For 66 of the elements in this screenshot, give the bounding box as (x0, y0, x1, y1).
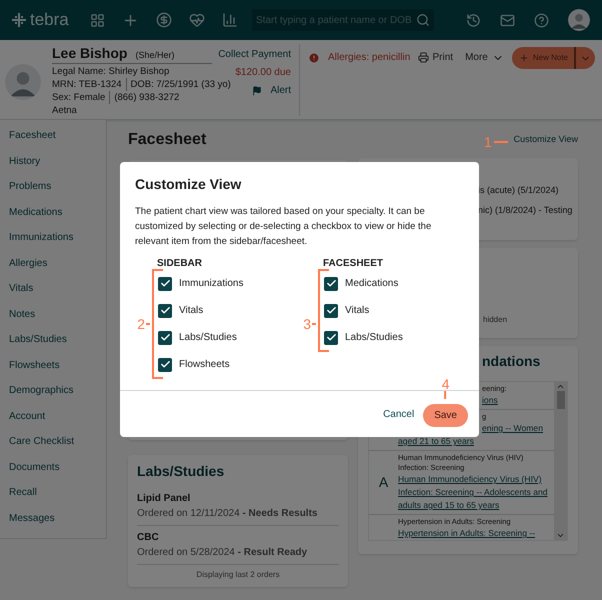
cancel-button[interactable]: Cancel (379, 406, 418, 422)
dialog-description: The patient chart view was tailored based on your specialty. It can be customized by selecting or de-selecting a checkbox to view or hide the relevant item from the sidebar/facesheet. (135, 205, 432, 249)
grade-letter: A (378, 473, 388, 492)
orders-footer: Displaying last 2 orders (137, 569, 339, 581)
allergies: Allergies: penicillin (328, 51, 410, 65)
sidebar-item[interactable]: Recall (0, 480, 106, 506)
group-heading: FACESHEET (322, 257, 384, 269)
recommendation-link[interactable]: ions (482, 394, 498, 407)
new-note-label: New Note (532, 52, 568, 64)
sex: Sex: Female (52, 91, 110, 104)
checkbox-label: Vitals (345, 304, 370, 318)
recommendation-link[interactable]: aged 21 to 65 years (398, 435, 474, 448)
sidebar-item[interactable]: Account (0, 404, 106, 429)
order-detail: Ordered on 5/28/2024 - Result Ready (137, 546, 308, 560)
collect-payment-link[interactable]: Collect Payment (218, 47, 291, 62)
sidebar-item[interactable]: Flowsheets (0, 352, 106, 378)
sidebar-item[interactable]: Facesheet (0, 123, 106, 148)
legal-name: Legal Name: Shirley Bishop (52, 65, 170, 78)
sidebar-item[interactable]: Messages (0, 506, 106, 531)
sidebar-item[interactable]: History (0, 148, 106, 174)
labs-title: Labs/Studies (137, 462, 226, 481)
logo-text: tebra (30, 9, 69, 32)
sidebar-item[interactable]: Immunizations (0, 225, 106, 250)
mrn: MRN: TEB-1324 (52, 78, 127, 91)
checkbox-label: Flowsheets (179, 358, 230, 372)
pronouns: (She/Her) (135, 49, 174, 62)
sidebar-item[interactable]: Notes (0, 302, 106, 327)
patient-name: Lee Bishop (52, 44, 128, 62)
customize-view-link[interactable]: Customize View (514, 133, 578, 147)
sidebar-item[interactable]: Allergies (0, 250, 106, 276)
checkbox-label: Medications (345, 277, 398, 291)
checkbox-label: Vitals (179, 304, 204, 318)
annotation-number: 1 (484, 134, 492, 150)
sidebar-item[interactable]: Medications (0, 200, 106, 225)
checkbox-label: Labs/Studies (179, 331, 237, 345)
recommendation-link[interactable]: Hypertension in Adults: Screening -- (398, 527, 536, 540)
dialog-title: Customize View (135, 175, 242, 194)
phone: (866) 938-3272 (113, 91, 180, 104)
sidebar-item[interactable]: Vitals (0, 276, 106, 302)
hidden-note: hidden (483, 314, 508, 326)
page-title: Facesheet (128, 130, 206, 150)
print-button[interactable]: Print (418, 50, 454, 65)
order-name: CBC (137, 531, 160, 545)
insurance: Aetna (52, 104, 78, 117)
alert-button[interactable]: Alert (252, 83, 291, 98)
amount-due: $120.00 due (235, 66, 291, 80)
checkbox-label: Labs/Studies (345, 331, 403, 345)
order-name: Lipid Panel (137, 492, 192, 506)
recommendation-link[interactable]: ening -- Women (482, 422, 543, 435)
sidebar-item[interactable]: Care Checklist (0, 429, 106, 454)
annotation-number: 2 (137, 316, 145, 332)
sidebar-item[interactable]: Demographics (0, 378, 106, 404)
recommendation-link[interactable]: Human Immunodeficiency Virus (HIV) Infection: Screening -- Adolescents and adults aged 15 to 65 years (398, 473, 554, 512)
annotation-number: 3 (303, 316, 311, 332)
group-heading: SIDEBAR (156, 257, 204, 269)
save-button[interactable]: Save (423, 404, 468, 426)
checkbox-label: Immunizations (179, 277, 244, 291)
sidebar-item[interactable]: Problems (0, 174, 106, 200)
recommendations-title: ndations (481, 352, 542, 371)
sidebar-item[interactable]: Documents (0, 454, 106, 480)
annotation-number: 4 (442, 376, 450, 390)
order-detail: Ordered on 12/11/2024 - Needs Results (137, 507, 318, 521)
more-button[interactable]: More (465, 50, 504, 65)
dob: DOB: 7/25/1991 (33 yo) (130, 78, 231, 91)
new-note-button[interactable]: New Note (512, 47, 595, 69)
sidebar-item[interactable]: Labs/Studies (0, 327, 106, 352)
